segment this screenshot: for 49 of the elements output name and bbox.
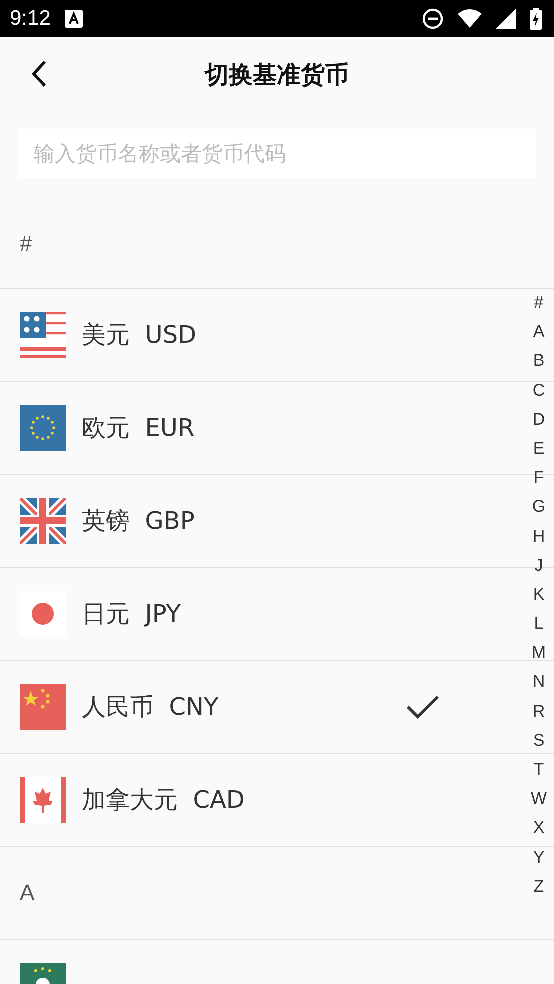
flag-icon [20, 684, 66, 730]
flag-icon [20, 405, 66, 451]
currency-name: 欧元 EUR [82, 413, 195, 444]
flag-icon [20, 777, 66, 823]
index-letter[interactable]: X [533, 813, 545, 843]
signal-icon [496, 8, 516, 28]
currency-row[interactable]: 美元 USD [0, 289, 510, 381]
index-letter[interactable]: H [532, 522, 546, 551]
search-field[interactable]: 输入货币名称或者货币代码 [18, 129, 536, 178]
index-letter[interactable]: B [533, 346, 545, 376]
checkmark-icon [406, 694, 440, 720]
currency-name: 美元 USD [82, 320, 197, 351]
index-letter[interactable]: W [530, 784, 548, 814]
index-letter[interactable]: J [534, 550, 544, 580]
index-letter[interactable]: K [533, 580, 545, 610]
index-letter[interactable]: G [532, 492, 546, 522]
status-time: 9:12 [10, 6, 51, 30]
index-letter[interactable]: F [534, 463, 544, 492]
currency-name: 日元 JPY [82, 599, 181, 630]
index-letter[interactable]: R [532, 696, 546, 726]
currency-name: 英镑 GBP [82, 506, 195, 537]
index-letter[interactable]: Z [534, 872, 544, 901]
page-title: 切换基准货币 [205, 60, 349, 90]
currency-row[interactable]: 日元 JPY [0, 568, 510, 660]
index-letter[interactable]: E [533, 434, 545, 464]
index-letter[interactable]: D [532, 404, 546, 434]
keyboard-app-icon [64, 10, 83, 28]
section-header: A [20, 880, 35, 906]
flag-icon [20, 312, 66, 358]
index-letter[interactable]: C [532, 376, 546, 405]
currency-row[interactable]: 欧元 EUR [0, 382, 510, 474]
currency-name: 人民币 CNY [82, 692, 219, 723]
currency-row[interactable]: 英镑 GBP [0, 475, 510, 567]
index-letter[interactable]: A [533, 317, 545, 346]
index-letter[interactable]: T [534, 755, 544, 784]
wifi-icon [458, 8, 482, 28]
index-letter[interactable]: Y [533, 842, 545, 872]
flag-icon [20, 498, 66, 544]
do-not-disturb-icon [422, 8, 444, 30]
currency-name: 加拿大元 CAD [82, 785, 245, 816]
battery-icon [530, 8, 542, 30]
index-letter[interactable]: L [534, 609, 544, 638]
currency-row[interactable]: 加拿大元 CAD [0, 754, 510, 846]
index-letter[interactable]: S [533, 726, 545, 755]
index-letter[interactable]: M [532, 638, 546, 668]
index-letter[interactable]: # [534, 288, 544, 318]
index-letter[interactable]: N [532, 667, 546, 697]
currency-row[interactable]: 人民币 CNY [0, 661, 510, 753]
section-header: # [20, 231, 32, 257]
